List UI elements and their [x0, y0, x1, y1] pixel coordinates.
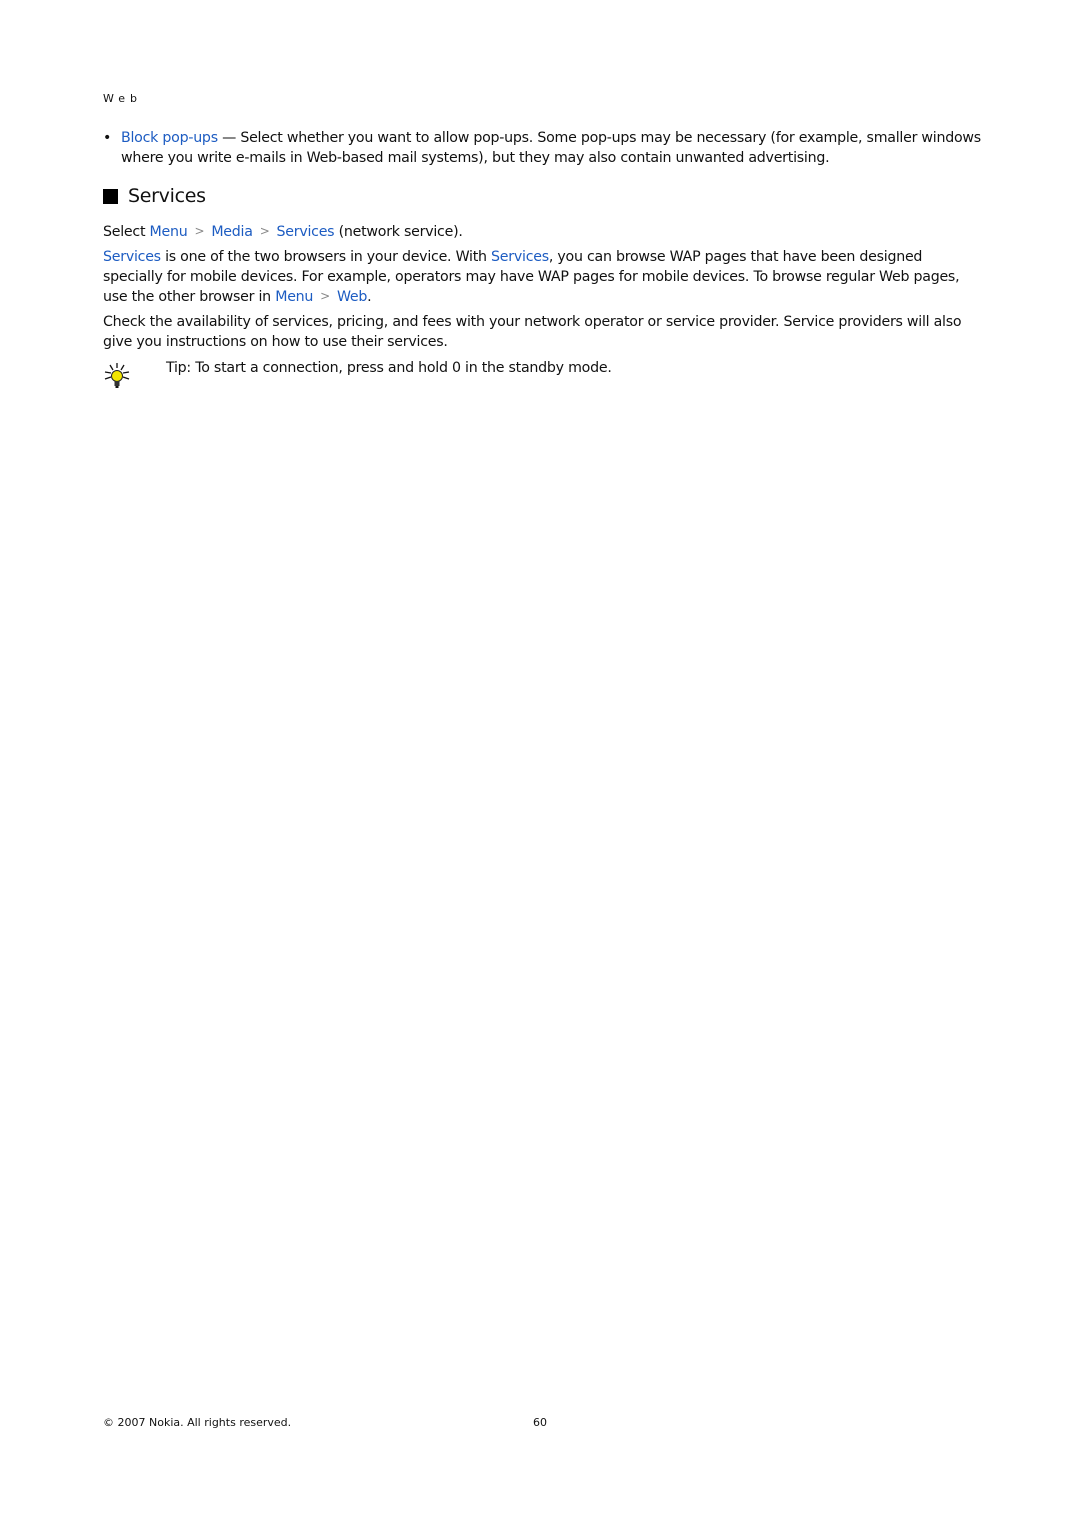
path-menu-link[interactable]: Menu — [275, 289, 313, 305]
tip-label: Tip: — [166, 360, 191, 376]
tip-box: Tip: To start a connection, press and ho… — [103, 358, 983, 390]
page-number: 60 — [533, 1416, 547, 1429]
chevron-right-icon: > — [259, 224, 270, 238]
availability-paragraph: Check the availability of services, pric… — [103, 314, 962, 350]
services-description: Services is one of the two browsers in y… — [103, 247, 983, 307]
select-prefix: Select — [103, 224, 150, 240]
description-text: is one of the two browsers in your devic… — [160, 249, 492, 265]
services-link[interactable]: Services — [103, 249, 161, 265]
bullet-text: Select whether you want to allow pop-ups… — [121, 130, 981, 166]
square-bullet-icon — [103, 188, 118, 204]
bullet-dot-icon: • — [103, 130, 112, 146]
tip-text: To start a connection, press and hold 0 … — [190, 360, 612, 376]
settings-bullet-list: • Block pop-ups — Select whether you wan… — [103, 128, 983, 168]
chevron-right-icon: > — [320, 289, 330, 303]
lightbulb-icon — [104, 363, 130, 388]
services-link[interactable]: Services — [491, 249, 549, 265]
copyright-notice: © 2007 Nokia. All rights reserved. — [103, 1416, 292, 1429]
path-menu-link[interactable]: Menu — [150, 224, 188, 240]
em-dash: — — [217, 130, 241, 146]
tip-content: Tip: To start a connection, press and ho… — [166, 358, 612, 378]
select-path-paragraph: Select Menu > Media > Services (network serv… — [103, 222, 983, 242]
block-popups-link[interactable]: Block pop-ups — [121, 130, 218, 146]
path-media-link[interactable]: Media — [211, 224, 253, 240]
chevron-right-icon: > — [194, 224, 205, 238]
select-suffix: (network service). — [334, 224, 463, 240]
section-title: Services — [128, 185, 206, 207]
path-web-link[interactable]: Web — [337, 289, 367, 305]
list-item: • Block pop-ups — Select whether you wan… — [103, 128, 983, 168]
path-services-link[interactable]: Services — [277, 224, 335, 240]
description-end: . — [367, 289, 372, 305]
running-header: Web — [103, 92, 142, 105]
section-heading: Services — [103, 185, 206, 207]
